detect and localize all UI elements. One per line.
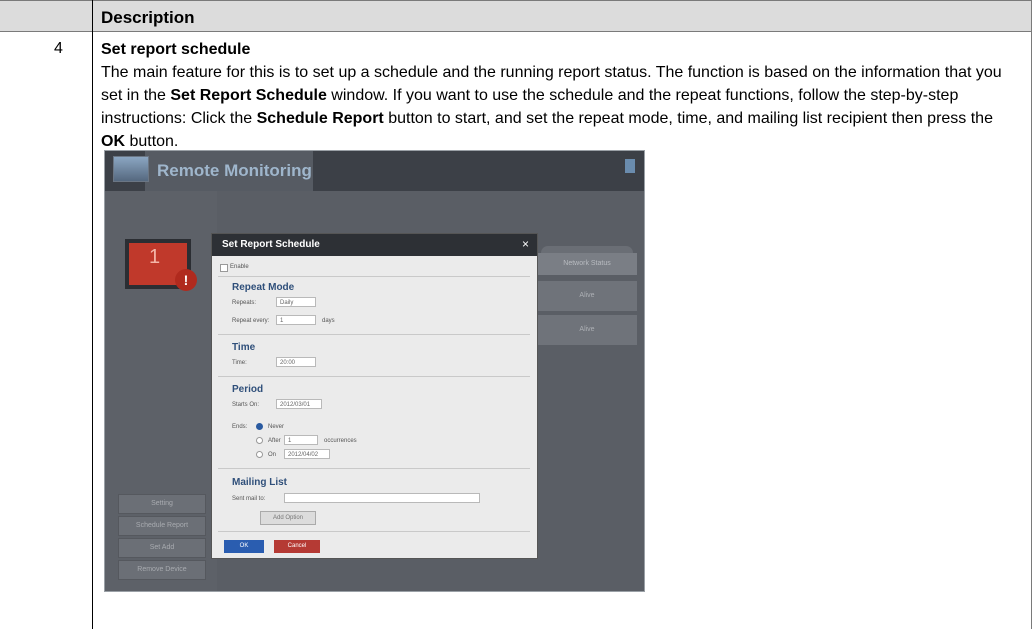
- dialog-title: Set Report Schedule: [222, 239, 320, 250]
- divider: [218, 531, 530, 532]
- monitor-number: 1: [149, 246, 161, 268]
- starts-on-select[interactable]: 2012/03/01: [276, 399, 322, 409]
- on-label: On: [268, 452, 277, 458]
- step-content: Set report schedule The main feature for…: [101, 38, 1021, 153]
- dialog-title-bar: Set Report Schedule ×: [212, 234, 537, 256]
- network-status-header[interactable]: Network Status: [537, 253, 637, 275]
- repeat-mode-heading: Repeat Mode: [232, 282, 295, 293]
- desc-bold-button: Schedule Report: [256, 110, 384, 127]
- header-description: Description: [101, 8, 195, 27]
- setting-button[interactable]: Setting: [118, 494, 206, 514]
- starts-on-label: Starts On:: [232, 402, 260, 408]
- time-heading: Time: [232, 342, 256, 353]
- ok-button[interactable]: OK: [224, 540, 264, 553]
- schedule-report-button[interactable]: Schedule Report: [118, 516, 206, 536]
- after-radio[interactable]: [256, 437, 263, 444]
- desc-bold-ok: OK: [101, 133, 125, 150]
- divider: [218, 334, 530, 335]
- close-icon[interactable]: ×: [522, 237, 529, 251]
- set-add-button[interactable]: Set Add: [118, 538, 206, 558]
- alert-icon: !: [175, 269, 197, 291]
- step-number: 4: [54, 40, 63, 57]
- instruction-table: Description 4 Set report schedule The ma…: [0, 0, 1032, 629]
- time-label: Time:: [232, 360, 247, 366]
- after-unit: occurrences: [324, 438, 357, 444]
- repeat-every-label: Repeat every:: [232, 318, 270, 324]
- divider: [218, 376, 530, 377]
- repeat-every-unit: days: [322, 318, 335, 324]
- set-report-schedule-dialog: Set Report Schedule × Enable Repeat Mode…: [211, 233, 538, 559]
- never-label: Never: [268, 424, 285, 430]
- on-date-select[interactable]: 2012/04/02: [284, 449, 330, 459]
- mailing-list-heading: Mailing List: [232, 477, 287, 488]
- desc-text-4: button.: [125, 133, 179, 150]
- repeats-select[interactable]: Daily: [276, 297, 316, 307]
- sent-mail-to-label: Sent mail to:: [232, 496, 266, 502]
- monitor-logo-icon: [113, 156, 149, 182]
- desc-text-3: button to start, and set the repeat mode…: [383, 110, 993, 127]
- column-divider: [92, 0, 93, 629]
- repeats-label: Repeats:: [232, 300, 257, 306]
- add-option-button[interactable]: Add Option: [260, 511, 316, 525]
- ends-label: Ends:: [232, 424, 248, 430]
- corner-icon: [625, 159, 635, 173]
- on-radio[interactable]: [256, 451, 263, 458]
- enable-label: Enable: [230, 264, 249, 270]
- sent-mail-to-input[interactable]: [284, 493, 480, 503]
- step-description: The main feature for this is to set up a…: [101, 61, 1021, 153]
- after-input[interactable]: 1: [284, 435, 318, 445]
- divider: [218, 276, 530, 277]
- status-cell: Alive: [537, 315, 637, 345]
- step-title: Set report schedule: [101, 41, 251, 58]
- repeat-every-input[interactable]: 1: [276, 315, 316, 325]
- app-screenshot: Remote Monitoring 1 ! Setting Schedule R…: [104, 150, 645, 592]
- time-input[interactable]: 20:00: [276, 357, 316, 367]
- table-header-row: Description: [0, 0, 1032, 32]
- desc-bold-window: Set Report Schedule: [170, 87, 327, 104]
- remove-device-button[interactable]: Remove Device: [118, 560, 206, 580]
- divider: [218, 468, 530, 469]
- cancel-button[interactable]: Cancel: [274, 540, 320, 553]
- app-title: Remote Monitoring: [157, 161, 312, 180]
- after-label: After: [268, 438, 281, 444]
- status-cell: Alive: [537, 281, 637, 311]
- period-heading: Period: [232, 384, 264, 395]
- never-radio[interactable]: [256, 423, 263, 430]
- enable-checkbox[interactable]: [220, 264, 228, 272]
